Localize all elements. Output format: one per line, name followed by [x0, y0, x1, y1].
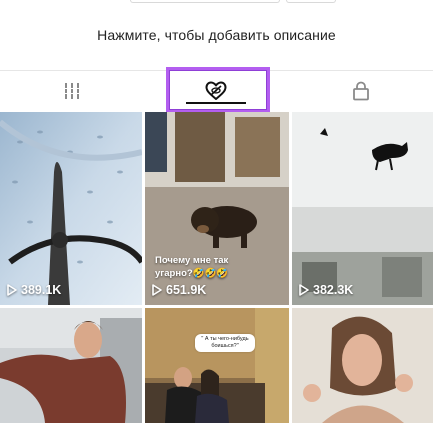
play-icon — [299, 284, 309, 296]
video-caption-bubble: " А ты чего-нибудь боишься?" — [195, 334, 255, 352]
play-icon — [152, 284, 162, 296]
thumbnail-image-woman — [292, 308, 433, 423]
view-count: 389.1K — [7, 283, 61, 297]
view-count-label: 382.3K — [313, 283, 354, 297]
grid-icon — [65, 83, 79, 99]
view-count-label: 389.1K — [21, 283, 62, 297]
view-count-label: 651.9K — [166, 283, 207, 297]
video-thumbnail[interactable] — [292, 308, 433, 423]
view-count: 651.9K — [152, 283, 206, 297]
thumbnail-image-snow-bike — [0, 112, 142, 305]
video-thumbnail[interactable]: Почему мне так угарно?🤣🤣🤣 651.9K — [145, 112, 289, 305]
thumbnail-image-couple — [145, 308, 289, 423]
video-caption: Почему мне так угарно?🤣🤣🤣 — [155, 255, 229, 279]
hidden-heart-icon — [205, 81, 227, 100]
add-description-link[interactable]: Нажмите, чтобы добавить описание — [0, 27, 433, 43]
active-tab-indicator — [186, 102, 246, 104]
top-button-stub-small[interactable] — [286, 0, 336, 3]
video-thumbnail[interactable]: " А ты чего-нибудь боишься?" — [145, 308, 289, 423]
tab-videos[interactable] — [0, 71, 144, 111]
tab-private[interactable] — [289, 71, 433, 111]
video-thumbnail[interactable]: 389.1K — [0, 112, 142, 305]
profile-tabs — [0, 70, 433, 111]
video-grid: 389.1K Почему мне так угарно?🤣🤣🤣 651.9K — [0, 112, 433, 423]
video-thumbnail[interactable]: 382.3K — [292, 112, 433, 305]
thumbnail-image-cat — [292, 112, 433, 305]
view-count: 382.3K — [299, 283, 353, 297]
thumbnail-image-man — [0, 308, 142, 423]
play-icon — [7, 284, 17, 296]
top-button-stub[interactable] — [130, 0, 280, 3]
tab-liked[interactable] — [144, 71, 288, 111]
lock-icon — [353, 81, 369, 101]
video-thumbnail[interactable] — [0, 308, 142, 423]
